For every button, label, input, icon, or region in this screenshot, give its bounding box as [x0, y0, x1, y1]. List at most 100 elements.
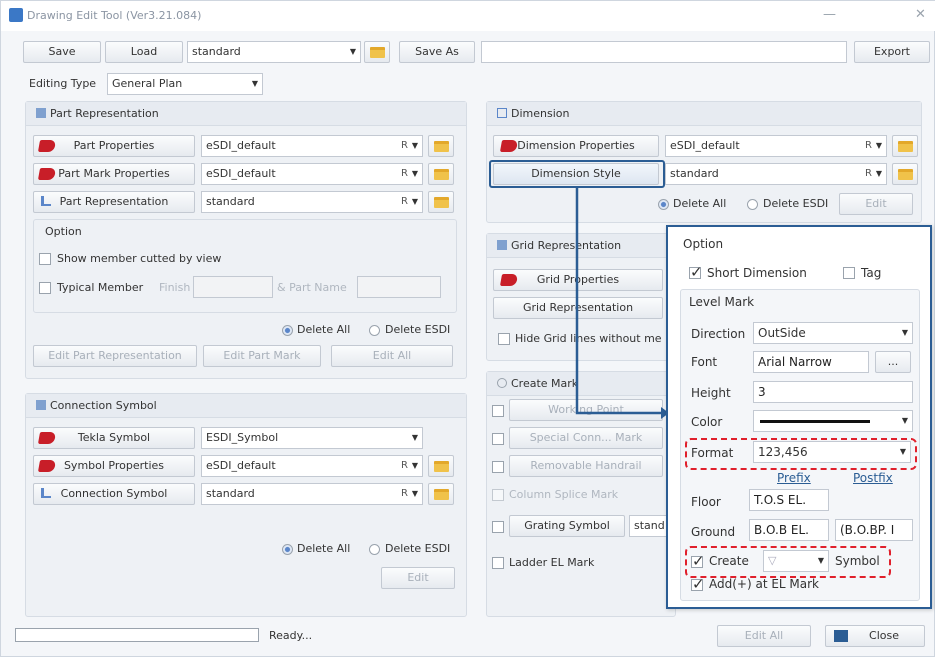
floor-prefix-input[interactable]: T.O.S EL.: [749, 489, 829, 511]
add-plus-checkbox[interactable]: [691, 575, 705, 593]
height-input[interactable]: 3: [753, 381, 913, 403]
part-representation-select[interactable]: standard R ▼: [201, 191, 423, 213]
edit-all-button[interactable]: Edit All: [331, 345, 453, 367]
folder-icon[interactable]: [428, 163, 454, 185]
show-member-checkbox[interactable]: [39, 253, 51, 265]
button-label: Tekla Symbol: [77, 431, 151, 444]
select-value: eSDI_default: [670, 139, 740, 152]
part-properties-select[interactable]: eSDI_default R ▼: [201, 135, 423, 157]
floor-label: Floor: [691, 495, 721, 509]
edit-connection-button[interactable]: Edit: [381, 567, 455, 589]
connection-symbol-button[interactable]: Connection Symbol: [33, 483, 195, 505]
window-title: Drawing Edit Tool (Ver3.21.084): [27, 9, 202, 22]
column-splice-checkbox[interactable]: [492, 489, 504, 501]
connection-symbol-select[interactable]: standard R ▼: [201, 483, 423, 505]
delete-all-radio[interactable]: [282, 325, 293, 336]
close-button[interactable]: Close: [825, 625, 925, 647]
removable-handrail-checkbox[interactable]: [492, 461, 504, 473]
special-conn-button[interactable]: Special Conn... Mark: [509, 427, 663, 449]
font-input[interactable]: Arial Narrow: [753, 351, 869, 373]
select-value: eSDI_default: [206, 459, 276, 472]
folder-icon[interactable]: [892, 135, 918, 157]
part-mark-select[interactable]: eSDI_default R ▼: [201, 163, 423, 185]
postfix-link[interactable]: Postfix: [853, 471, 893, 485]
create-symbol-select[interactable]: ▽ ▼: [763, 550, 829, 572]
button-label: Grating Symbol: [524, 519, 610, 532]
short-dimension-checkbox[interactable]: [689, 263, 703, 281]
typical-member-checkbox[interactable]: [39, 282, 51, 294]
symbol-properties-button[interactable]: Symbol Properties: [33, 455, 195, 477]
part-representation-button[interactable]: Part Representation: [33, 191, 195, 213]
part-name-input[interactable]: [357, 276, 441, 298]
export-button[interactable]: Export: [854, 41, 930, 63]
removable-handrail-button[interactable]: Removable Handrail: [509, 455, 663, 477]
folder-icon[interactable]: [428, 191, 454, 213]
ground-postfix-input[interactable]: (B.O.BP. I: [835, 519, 913, 541]
folder-icon[interactable]: [428, 483, 454, 505]
folder-icon[interactable]: [892, 163, 918, 185]
ground-prefix-input[interactable]: B.O.B EL.: [749, 519, 829, 541]
ladder-checkbox[interactable]: [492, 557, 504, 569]
delete-all-radio[interactable]: [282, 544, 293, 555]
button-label: Symbol Properties: [63, 459, 165, 472]
tekla-symbol-select[interactable]: ESDI_Symbol ▼: [201, 427, 423, 449]
create-checkbox[interactable]: [691, 552, 705, 570]
working-point-checkbox[interactable]: [492, 405, 504, 417]
load-button[interactable]: Load: [105, 41, 183, 63]
finish-label: Finish: [159, 281, 191, 294]
delete-esdi-label: Delete ESDI: [385, 542, 451, 555]
symbol-icon: [41, 488, 51, 498]
edit-part-mark-button[interactable]: Edit Part Mark: [203, 345, 321, 367]
dimension-style-select[interactable]: standard R ▼: [665, 163, 887, 185]
save-as-button[interactable]: Save As: [399, 41, 475, 63]
prefix-link[interactable]: Prefix: [777, 471, 811, 485]
chevron-down-icon: ▼: [411, 489, 418, 498]
preset-select[interactable]: standard ▼: [187, 41, 361, 63]
folder-icon[interactable]: [428, 135, 454, 157]
path-input[interactable]: [481, 41, 847, 63]
r-flag: R: [865, 168, 872, 179]
delete-all-label: Delete All: [297, 542, 351, 555]
delete-esdi-radio[interactable]: [369, 325, 380, 336]
symbol-properties-select[interactable]: eSDI_default R ▼: [201, 455, 423, 477]
chevron-down-icon: ▼: [411, 433, 418, 442]
part-mark-properties-button[interactable]: Part Mark Properties: [33, 163, 195, 185]
r-flag: R: [401, 196, 408, 207]
edit-dimension-button[interactable]: Edit: [839, 193, 913, 215]
chevron-down-icon: ▼: [901, 328, 908, 337]
connector-line: [575, 187, 661, 415]
folder-icon[interactable]: [364, 41, 390, 63]
editing-type-select[interactable]: General Plan ▼: [107, 73, 263, 95]
hide-grid-checkbox[interactable]: [498, 333, 510, 345]
edit-part-rep-button[interactable]: Edit Part Representation: [33, 345, 197, 367]
format-select[interactable]: 123,456 ▼: [753, 441, 911, 463]
delete-esdi-radio[interactable]: [747, 199, 758, 210]
dimension-properties-button[interactable]: Dimension Properties: [493, 135, 659, 157]
show-member-label: Show member cutted by view: [57, 252, 222, 265]
part-properties-button[interactable]: Part Properties: [33, 135, 195, 157]
progress-bar: [15, 628, 259, 642]
font-browse-button[interactable]: ...: [875, 351, 911, 373]
minimize-icon[interactable]: —: [823, 7, 836, 22]
direction-select[interactable]: OutSide ▼: [753, 322, 913, 344]
edit-all-bottom-button[interactable]: Edit All: [717, 625, 811, 647]
tekla-symbol-button[interactable]: Tekla Symbol: [33, 427, 195, 449]
delete-esdi-radio[interactable]: [369, 544, 380, 555]
color-select[interactable]: ▼: [753, 410, 913, 432]
chevron-down-icon: ▼: [875, 141, 882, 150]
grating-symbol-button[interactable]: Grating Symbol: [509, 515, 625, 537]
grating-checkbox[interactable]: [492, 521, 504, 533]
tag-checkbox[interactable]: [843, 267, 855, 279]
dimension-properties-select[interactable]: eSDI_default R ▼: [665, 135, 887, 157]
special-conn-checkbox[interactable]: [492, 433, 504, 445]
pencil-icon: [36, 108, 46, 118]
save-button[interactable]: Save: [23, 41, 101, 63]
short-dimension-label: Short Dimension: [707, 266, 807, 280]
chevron-down-icon: ▼: [411, 197, 418, 206]
typical-member-label: Typical Member: [57, 281, 144, 294]
r-flag: R: [401, 460, 408, 471]
finish-input[interactable]: [193, 276, 273, 298]
grating-select[interactable]: stand: [629, 515, 669, 537]
close-window-icon[interactable]: ✕: [915, 7, 926, 22]
folder-icon[interactable]: [428, 455, 454, 477]
